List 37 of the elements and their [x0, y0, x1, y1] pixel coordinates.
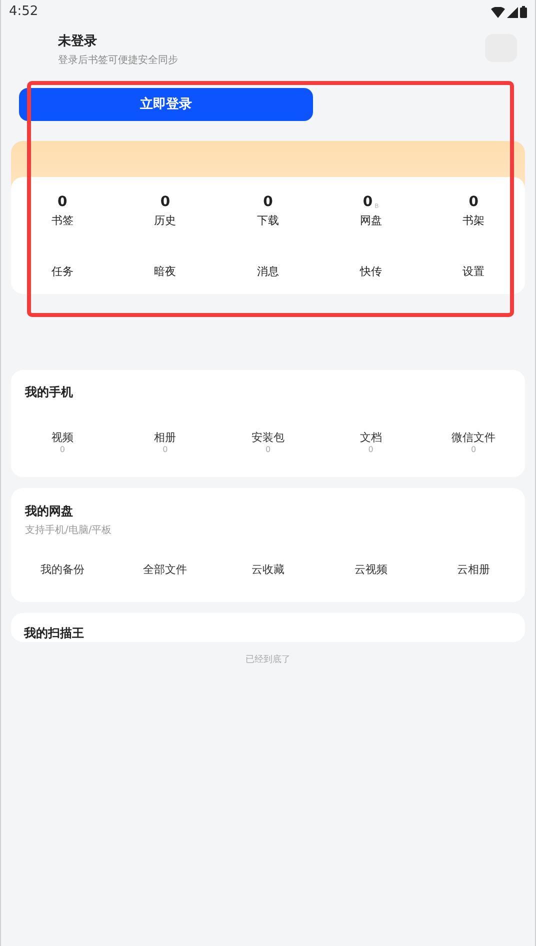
phone-item[interactable]: 安装包 0	[216, 431, 320, 455]
phone-item[interactable]: 微信文件 0	[422, 431, 525, 455]
stat-value: 0	[362, 194, 373, 211]
netdisk-item[interactable]: 云收藏	[251, 562, 284, 578]
shortcut-item[interactable]: 设置	[462, 264, 485, 280]
profile-subtitle: 登录后书签可便捷安全同步	[58, 54, 178, 68]
shortcut-item[interactable]: 快传	[360, 264, 382, 280]
shortcut-item[interactable]: 任务	[51, 264, 74, 280]
stat-label[interactable]: 下载	[256, 213, 279, 230]
status-time: 4:52	[9, 3, 38, 22]
stat-label[interactable]: 历史	[154, 213, 176, 230]
stat-value: 0	[263, 194, 273, 211]
stat-label[interactable]: 书架	[462, 213, 485, 230]
phone-item[interactable]: 相册 0	[114, 431, 217, 455]
end-of-list-text: 已经到底了	[246, 654, 290, 667]
netdisk-item[interactable]: 云视频	[354, 562, 388, 578]
battery-icon	[520, 6, 527, 18]
stat-value: 0	[58, 194, 68, 211]
section-title: 我的手机	[25, 384, 74, 401]
netdisk-item[interactable]: 云相册	[457, 562, 490, 578]
section-title: 我的网盘	[25, 503, 74, 520]
section-subtitle: 支持手机/电脑/平板	[25, 524, 113, 538]
phone-item[interactable]: 视频 0	[11, 431, 114, 455]
stat-label[interactable]: 网盘	[360, 213, 382, 230]
netdisk-item[interactable]: 全部文件	[143, 562, 188, 578]
section-title: 我的扫描王	[24, 625, 84, 641]
netdisk-item[interactable]: 我的备份	[40, 562, 84, 578]
stat-value: 0	[468, 194, 478, 211]
profile-name: 未登录	[58, 33, 98, 51]
wifi-icon	[491, 6, 505, 18]
shortcut-item[interactable]: 暗夜	[154, 264, 176, 280]
stat-value: 0	[160, 194, 170, 211]
phone-item[interactable]: 文档 0	[319, 431, 422, 455]
stat-label[interactable]: 书签	[51, 213, 74, 230]
shortcut-item[interactable]: 消息	[256, 264, 279, 280]
signal-icon	[507, 6, 518, 18]
login-button[interactable]: 立即登录	[19, 88, 313, 121]
